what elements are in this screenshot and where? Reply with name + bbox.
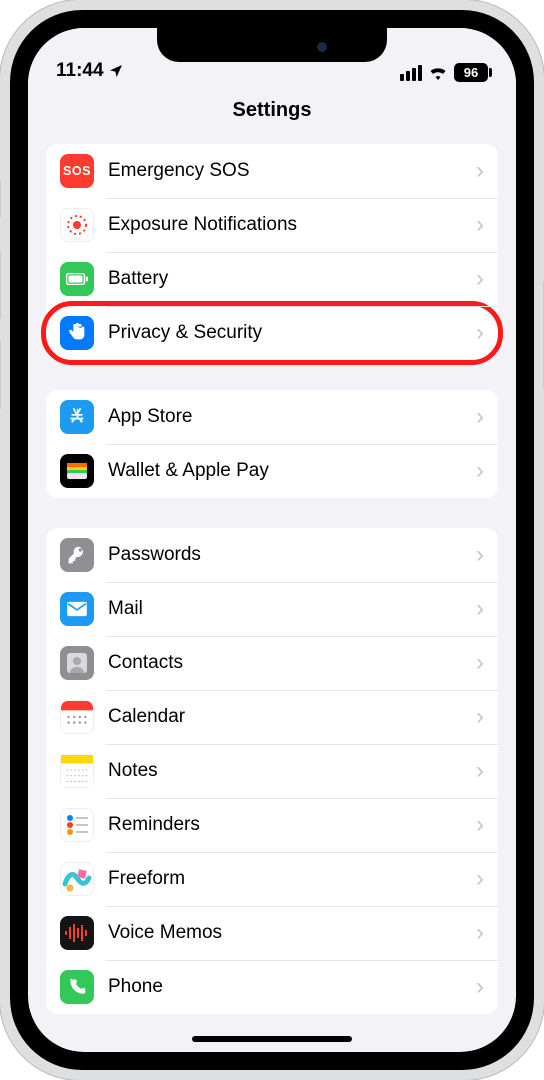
row-label: Passwords [108, 544, 476, 566]
wifi-icon [428, 65, 448, 80]
status-time: 11:44 [56, 60, 104, 82]
contacts-icon [60, 646, 94, 680]
chevron-icon: › [476, 651, 484, 675]
row-label: Exposure Notifications [108, 214, 476, 236]
chevron-icon: › [476, 459, 484, 483]
row-label: Freeform [108, 868, 476, 890]
mail-icon [60, 592, 94, 626]
row-notes[interactable]: Notes › [46, 744, 498, 798]
chevron-icon: › [476, 813, 484, 837]
row-calendar[interactable]: Calendar › [46, 690, 498, 744]
chevron-icon: › [476, 321, 484, 345]
sos-icon: SOS [60, 154, 94, 188]
chevron-icon: › [476, 705, 484, 729]
row-passwords[interactable]: Passwords › [46, 528, 498, 582]
settings-group: App Store › Wallet & Apple Pay › [46, 390, 498, 498]
chevron-icon: › [476, 759, 484, 783]
calendar-icon [60, 700, 94, 734]
row-privacy-security[interactable]: Privacy & Security › [46, 306, 498, 360]
notes-icon [60, 754, 94, 788]
page-title: Settings [233, 99, 312, 122]
chevron-icon: › [476, 921, 484, 945]
device-notch [157, 28, 387, 62]
row-label: Privacy & Security [108, 322, 476, 344]
key-icon [60, 538, 94, 572]
device-frame: 11:44 96 Settings SOS Em [0, 0, 544, 1080]
chevron-icon: › [476, 543, 484, 567]
location-icon [108, 63, 124, 79]
settings-group: Passwords › Mail › Contact [46, 528, 498, 1014]
row-label: Phone [108, 976, 476, 998]
settings-list[interactable]: SOS Emergency SOS › Exposure Notificatio… [28, 136, 516, 1052]
row-label: App Store [108, 406, 476, 428]
battery-icon: 96 [454, 63, 488, 82]
row-label: Contacts [108, 652, 476, 674]
row-freeform[interactable]: Freeform › [46, 852, 498, 906]
chevron-icon: › [476, 597, 484, 621]
row-label: Notes [108, 760, 476, 782]
chevron-icon: › [476, 867, 484, 891]
settings-group: SOS Emergency SOS › Exposure Notificatio… [46, 144, 498, 360]
row-label: Wallet & Apple Pay [108, 460, 476, 482]
appstore-icon [60, 400, 94, 434]
row-label: Calendar [108, 706, 476, 728]
phone-icon [60, 970, 94, 1004]
voice-memos-icon [60, 916, 94, 950]
row-voice-memos[interactable]: Voice Memos › [46, 906, 498, 960]
battery-app-icon [60, 262, 94, 296]
row-battery[interactable]: Battery › [46, 252, 498, 306]
exposure-icon [60, 208, 94, 242]
hand-icon [60, 316, 94, 350]
row-emergency-sos[interactable]: SOS Emergency SOS › [46, 144, 498, 198]
reminders-icon [60, 808, 94, 842]
wallet-icon [60, 454, 94, 488]
row-label: Mail [108, 598, 476, 620]
chevron-icon: › [476, 267, 484, 291]
row-contacts[interactable]: Contacts › [46, 636, 498, 690]
chevron-icon: › [476, 975, 484, 999]
row-label: Battery [108, 268, 476, 290]
row-label: Reminders [108, 814, 476, 836]
row-exposure-notifications[interactable]: Exposure Notifications › [46, 198, 498, 252]
chevron-icon: › [476, 159, 484, 183]
row-label: Emergency SOS [108, 160, 476, 182]
row-phone[interactable]: Phone › [46, 960, 498, 1014]
chevron-icon: › [476, 405, 484, 429]
row-wallet[interactable]: Wallet & Apple Pay › [46, 444, 498, 498]
cellular-icon [400, 65, 422, 81]
home-indicator[interactable] [192, 1036, 352, 1042]
row-mail[interactable]: Mail › [46, 582, 498, 636]
row-reminders[interactable]: Reminders › [46, 798, 498, 852]
row-label: Voice Memos [108, 922, 476, 944]
freeform-icon [60, 862, 94, 896]
row-app-store[interactable]: App Store › [46, 390, 498, 444]
nav-header: Settings [28, 84, 516, 136]
chevron-icon: › [476, 213, 484, 237]
